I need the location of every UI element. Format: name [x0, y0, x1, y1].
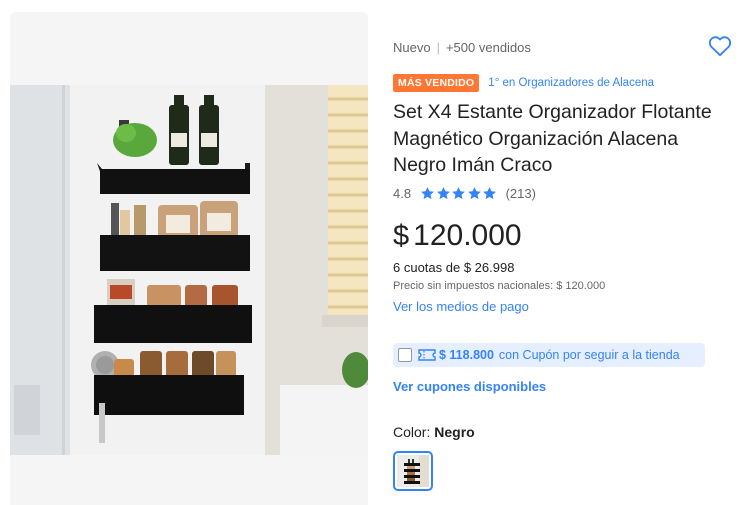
- category-rank-link[interactable]: 1° en Organizadores de Alacena: [488, 77, 654, 89]
- separator: |: [436, 40, 440, 55]
- view-coupons-link[interactable]: Ver cupones disponibles: [393, 379, 546, 394]
- star-icon: [436, 187, 450, 200]
- payment-methods-link[interactable]: Ver los medios de pago: [393, 299, 529, 314]
- product-image: [10, 85, 368, 455]
- rating-row[interactable]: 4.8 (213): [393, 186, 536, 201]
- badge-row: MÁS VENDIDO 1° en Organizadores de Alace…: [393, 74, 654, 92]
- price: $120.000: [393, 219, 522, 253]
- condition-label: Nuevo: [393, 40, 431, 55]
- color-label: Color:: [393, 424, 431, 440]
- star-icon: [421, 187, 434, 200]
- color-selector-label: Color: Negro: [393, 424, 475, 440]
- product-gallery: [10, 12, 368, 505]
- heart-icon[interactable]: [707, 33, 733, 59]
- star-icon: [452, 187, 465, 200]
- product-condition: Nuevo | +500 vendidos: [393, 40, 531, 55]
- sold-count: +500 vendidos: [445, 40, 531, 55]
- coupon-checkbox[interactable]: [398, 348, 412, 362]
- product-title: Set X4 Estante Organizador Flotante Magn…: [393, 101, 712, 176]
- best-seller-badge: MÁS VENDIDO: [393, 74, 480, 92]
- installments-text: 6 cuotas de $ 26.998: [393, 260, 515, 275]
- price-amount: 120.000: [413, 219, 522, 252]
- price-currency: $: [393, 220, 410, 252]
- star-icon: [467, 187, 481, 200]
- star-icon: [483, 187, 496, 200]
- coupon-text: con Cupón por seguir a la tienda: [498, 348, 680, 362]
- tax-note: Precio sin impuestos nacionales: $ 120.0…: [393, 280, 606, 292]
- color-value: Negro: [434, 424, 475, 440]
- color-option-image: [397, 455, 429, 487]
- product-photo[interactable]: [10, 85, 368, 455]
- color-option-thumbnail[interactable]: [393, 451, 433, 491]
- ticket-icon: [418, 349, 436, 361]
- coupon-amount: $ 118.800: [439, 348, 494, 362]
- coupon-banner[interactable]: $ 118.800 con Cupón por seguir a la tien…: [393, 343, 705, 367]
- product-info: Nuevo | +500 vendidos MÁS VENDIDO 1° en Or…: [393, 0, 738, 505]
- rating-value: 4.8: [393, 186, 412, 201]
- rating-stars: [420, 186, 498, 201]
- review-count: (213): [505, 186, 536, 201]
